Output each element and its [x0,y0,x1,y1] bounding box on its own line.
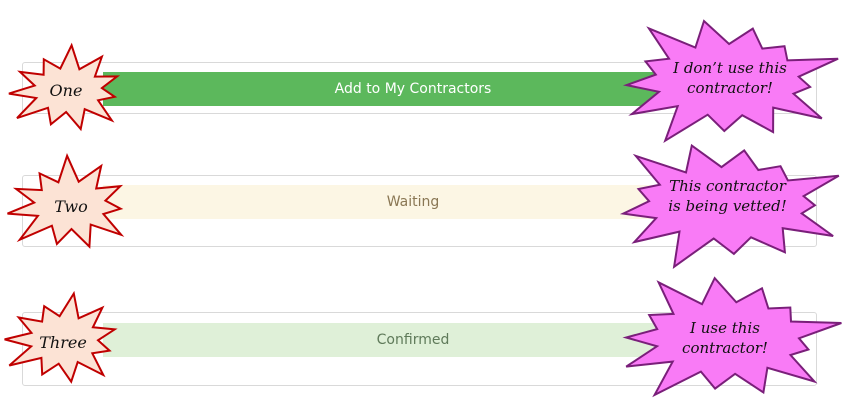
add-button-label: Add to My Contractors [334,81,492,97]
note-one: I don’t use this contractor! [673,59,787,98]
note-three: I use this contractor! [682,319,768,358]
note-two: This contractor is being vetted! [668,177,787,216]
row-label-three: Three [39,333,87,352]
row-label-one: One [49,81,83,100]
add-to-my-contractors-button[interactable]: Add to My Contractors [103,72,723,106]
waiting-status-bar: Waiting [103,185,723,219]
waiting-status-label: Waiting [386,194,440,210]
row-label-two: Two [54,197,88,216]
confirmed-status-label: Confirmed [376,332,450,348]
confirmed-status-bar: Confirmed [103,323,723,357]
